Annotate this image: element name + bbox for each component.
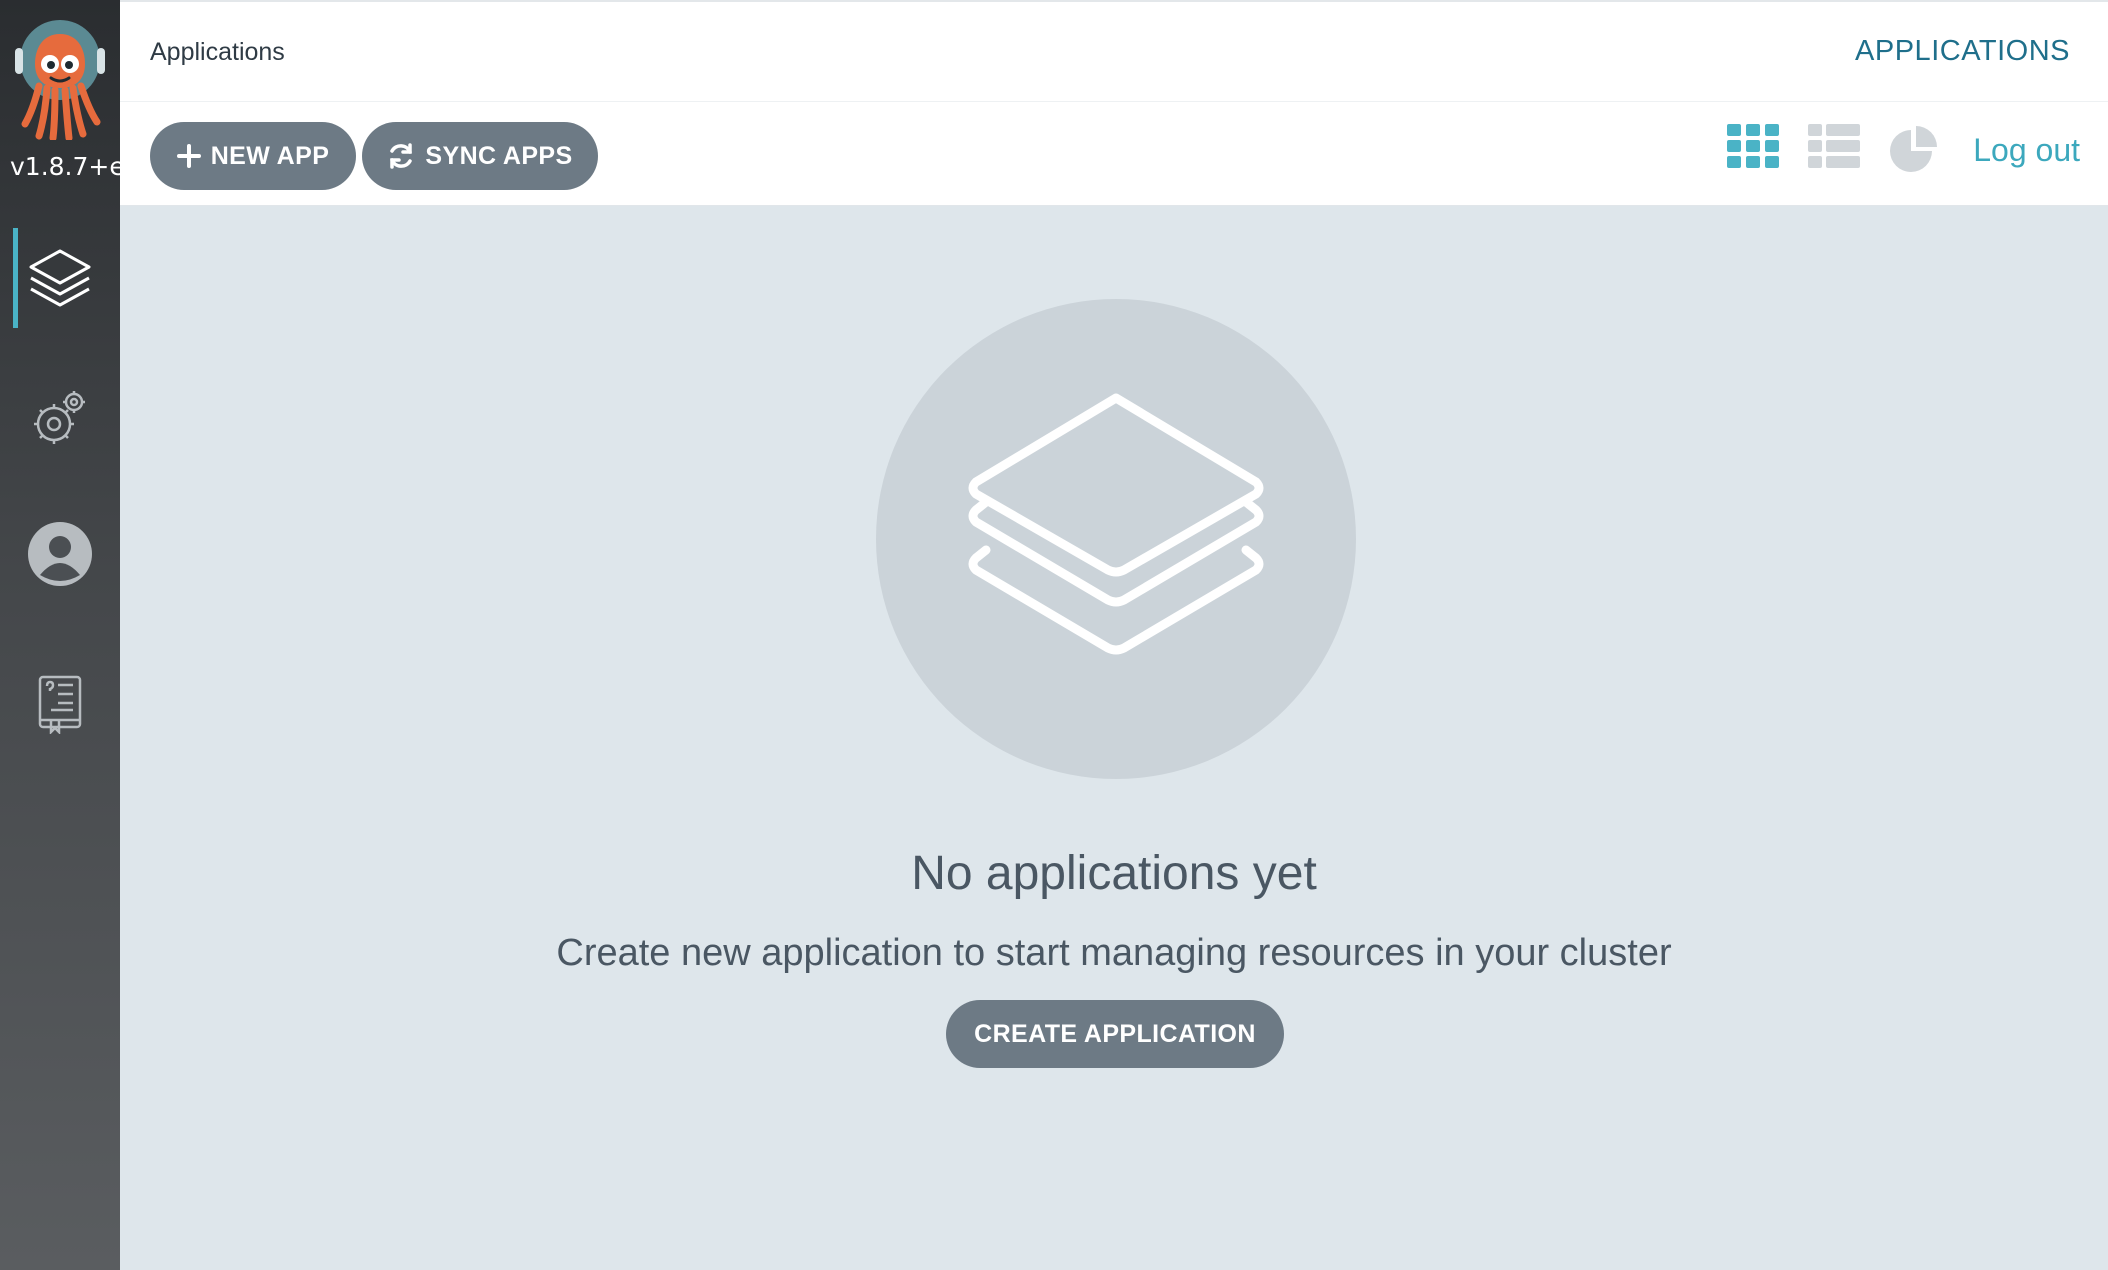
breadcrumb-applications-link[interactable]: APPLICATIONS — [1855, 35, 2070, 68]
sidebar-item-applications[interactable] — [0, 226, 120, 330]
sidebar-item-settings[interactable] — [0, 366, 120, 470]
sidebar-item-user[interactable] — [0, 502, 120, 606]
list-view-icon[interactable] — [1808, 124, 1860, 173]
version-label: v1.8.7+e — [10, 152, 120, 181]
sync-icon — [387, 142, 415, 170]
new-app-button[interactable]: NEW APP — [150, 122, 356, 190]
top-header: Applications APPLICATIONS — [120, 0, 2108, 102]
page-title: Applications — [150, 38, 285, 66]
grid-view-icon[interactable] — [1727, 124, 1779, 173]
empty-state-illustration — [876, 299, 1356, 779]
pie-chart-view-icon[interactable] — [1888, 124, 1942, 179]
toolbar: NEW APP SYNC APPS Log out — [120, 102, 2108, 206]
empty-state-title: No applications yet — [911, 847, 1317, 900]
plus-icon — [176, 144, 201, 168]
layers-icon — [966, 392, 1266, 687]
layers-icon — [27, 245, 93, 311]
user-icon — [27, 521, 93, 587]
logout-link[interactable]: Log out — [1973, 132, 2080, 169]
sidebar: v1.8.7+e — [0, 0, 120, 1270]
app-root: v1.8.7+e Applications APPLICATIONS NEW A… — [0, 0, 2108, 1270]
applications-empty-state: No applications yet Create new applicati… — [120, 206, 2108, 1270]
docs-icon — [37, 674, 83, 734]
sync-apps-button[interactable]: SYNC APPS — [362, 122, 598, 190]
sidebar-item-docs[interactable] — [0, 652, 120, 756]
gears-icon — [28, 386, 92, 450]
create-application-button[interactable]: CREATE APPLICATION — [946, 1000, 1284, 1068]
empty-state-subtitle: Create new application to start managing… — [556, 932, 1672, 974]
new-app-label: NEW APP — [210, 141, 330, 170]
sync-apps-label: SYNC APPS — [425, 141, 573, 170]
argo-octopus-logo[interactable] — [13, 20, 107, 142]
